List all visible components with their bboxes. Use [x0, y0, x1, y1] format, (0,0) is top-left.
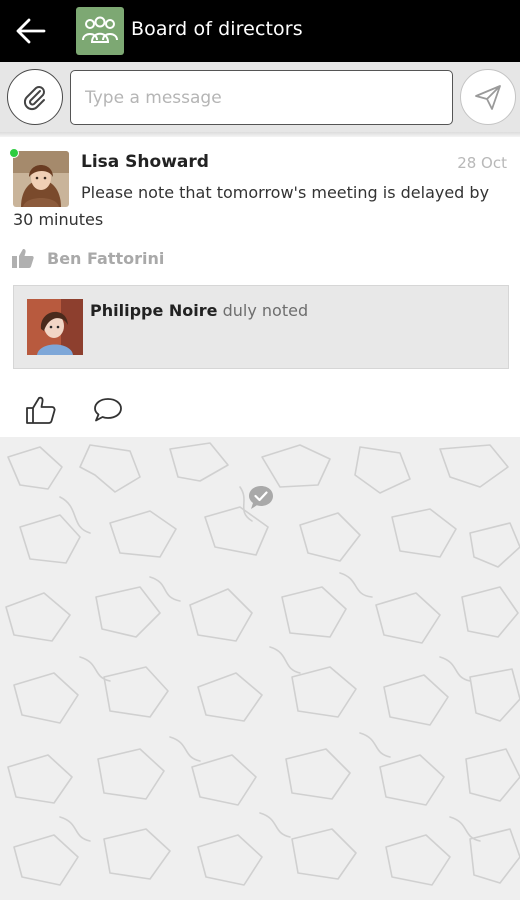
message-input[interactable]: [70, 70, 453, 125]
message-composer: [0, 62, 520, 132]
reply-content: Philippe Noire duly noted: [90, 301, 308, 320]
chat-title: Board of directors: [131, 18, 303, 40]
post-author[interactable]: Lisa Showard: [81, 152, 209, 172]
arrow-left-icon: [16, 18, 46, 44]
group-avatar[interactable]: [76, 7, 124, 55]
thumbs-up-icon: [26, 396, 56, 424]
group-icon: [82, 16, 118, 43]
send-icon: [475, 85, 501, 110]
post-actions: [0, 389, 520, 437]
send-button[interactable]: [460, 69, 516, 125]
thumbs-up-icon: [12, 249, 34, 268]
avatar-philippe-noire[interactable]: [27, 299, 83, 355]
post-date: 28 Oct: [457, 154, 507, 172]
back-button[interactable]: [12, 13, 50, 49]
paperclip-icon: [23, 86, 45, 111]
comment-button[interactable]: [88, 391, 128, 429]
post-card: Lisa Showard 28 Oct Please note that tom…: [0, 137, 520, 437]
liked-by-name[interactable]: Ben Fattorini: [47, 249, 164, 268]
comment-bubble-icon: [94, 398, 122, 422]
online-indicator: [9, 148, 19, 158]
post-text: Please note that tomorrow's meeting is d…: [13, 183, 490, 229]
reply-author[interactable]: Philippe Noire: [90, 301, 218, 320]
reply-text: duly noted: [222, 301, 309, 320]
likes-row: Ben Fattorini: [12, 246, 164, 270]
like-button[interactable]: [22, 391, 60, 429]
attach-button[interactable]: [7, 69, 63, 125]
reply-item: Philippe Noire duly noted: [13, 285, 509, 369]
chat-check-icon: [249, 486, 273, 509]
app-header: Board of directors: [0, 0, 520, 62]
